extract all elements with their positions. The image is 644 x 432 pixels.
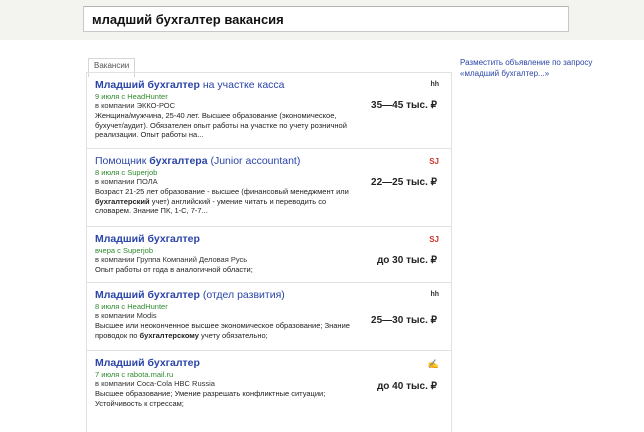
vacancy-company: в компании ПОЛА	[95, 177, 158, 186]
vacancy-title-text: Помощник	[95, 155, 150, 167]
vacancy-title-text: (отдел развития)	[199, 289, 285, 301]
vacancy-title-link[interactable]: Младший бухгалтер (отдел развития)	[95, 289, 285, 301]
vacancy-title-link[interactable]: Младший бухгалтер на участке касса	[95, 79, 285, 91]
vacancy-company: в компании Группа Компаний Деловая Русь	[95, 255, 248, 264]
vacancy-title-link[interactable]: Младший бухгалтер	[95, 357, 200, 369]
vacancy-company: в компании Modis	[95, 311, 157, 320]
vacancy-description: Высшее образование; Умение разрешать кон…	[95, 389, 326, 408]
vacancy-list: Младший бухгалтер на участке касса 9 июл…	[86, 72, 452, 432]
superjob-icon: SJ	[429, 157, 439, 166]
post-ad-link-line2: «младший бухгалтер...»	[460, 69, 550, 78]
vacancy-title-highlight: Младший бухгалтер	[95, 79, 200, 91]
vacancy-company: в компании ЭККО-РОС	[95, 101, 176, 110]
vacancy-title-highlight: Младший бухгалтер	[95, 357, 200, 369]
vacancy-card: Младший бухгалтер вчера с Superjob в ком…	[87, 226, 451, 282]
search-header: младший бухгалтер вакансия	[0, 0, 644, 40]
vacancy-card: Младший бухгалтер 7 июля с rabota.mail.r…	[87, 350, 451, 430]
headhunter-icon: hh	[430, 81, 439, 88]
vacancy-salary: 35—45 тыс. ₽	[371, 100, 437, 111]
vacancy-date-source[interactable]: 8 июля с HeadHunter	[95, 302, 168, 311]
vacancy-card: Младший бухгалтер (отдел развития) 8 июл…	[87, 282, 451, 350]
vacancy-title-link[interactable]: Помощник бухгалтера (Junior accountant)	[95, 155, 300, 167]
vacancy-description: Высшее или неоконченное высшее экономиче…	[95, 321, 350, 340]
mail-ru-icon: ✍	[427, 359, 439, 369]
vacancy-description: Опыт работы от года в аналогичной област…	[95, 265, 253, 274]
superjob-icon: SJ	[429, 235, 439, 244]
search-input[interactable]: младший бухгалтер вакансия	[83, 6, 569, 32]
vacancy-card: Помощник бухгалтера (Junior accountant) …	[87, 148, 451, 226]
vacancy-company: в компании Coca-Cola HBC Russia	[95, 379, 215, 388]
vacancy-salary: 22—25 тыс. ₽	[371, 177, 437, 188]
vacancy-salary: 25—30 тыс. ₽	[371, 315, 437, 326]
vacancy-card: Младший бухгалтер на участке касса 9 июл…	[87, 72, 451, 148]
post-ad-link[interactable]: Разместить объявление по запросу «младши…	[460, 57, 630, 79]
vacancy-title-highlight: Младший бухгалтер	[95, 233, 200, 245]
headhunter-icon: hh	[430, 291, 439, 298]
post-ad-link-line1: Разместить объявление по запросу	[460, 58, 593, 67]
vacancy-date-source[interactable]: 9 июля с HeadHunter	[95, 92, 168, 101]
vacancy-date-source[interactable]: вчера с Superjob	[95, 246, 153, 255]
vacancy-salary: до 30 тыс. ₽	[376, 255, 437, 266]
vacancy-description: Возраст 21-25 лет образование - высшее (…	[95, 187, 349, 216]
vacancy-title-text: (Junior accountant)	[207, 155, 301, 167]
vacancy-title-link[interactable]: Младший бухгалтер	[95, 233, 200, 245]
vacancy-salary: до 40 тыс. ₽	[376, 381, 437, 392]
vacancy-title-highlight: бухгалтера	[149, 155, 208, 167]
vacancy-title-text: на участке касса	[199, 79, 285, 91]
vacancy-title-highlight: Младший бухгалтер	[95, 289, 200, 301]
vacancy-description: Женщина/мужчина, 25-40 лет. Высшее образ…	[95, 111, 347, 140]
vacancy-date-source[interactable]: 8 июля с Superjob	[95, 168, 157, 177]
vacancy-date-source[interactable]: 7 июля с rabota.mail.ru	[95, 370, 173, 379]
